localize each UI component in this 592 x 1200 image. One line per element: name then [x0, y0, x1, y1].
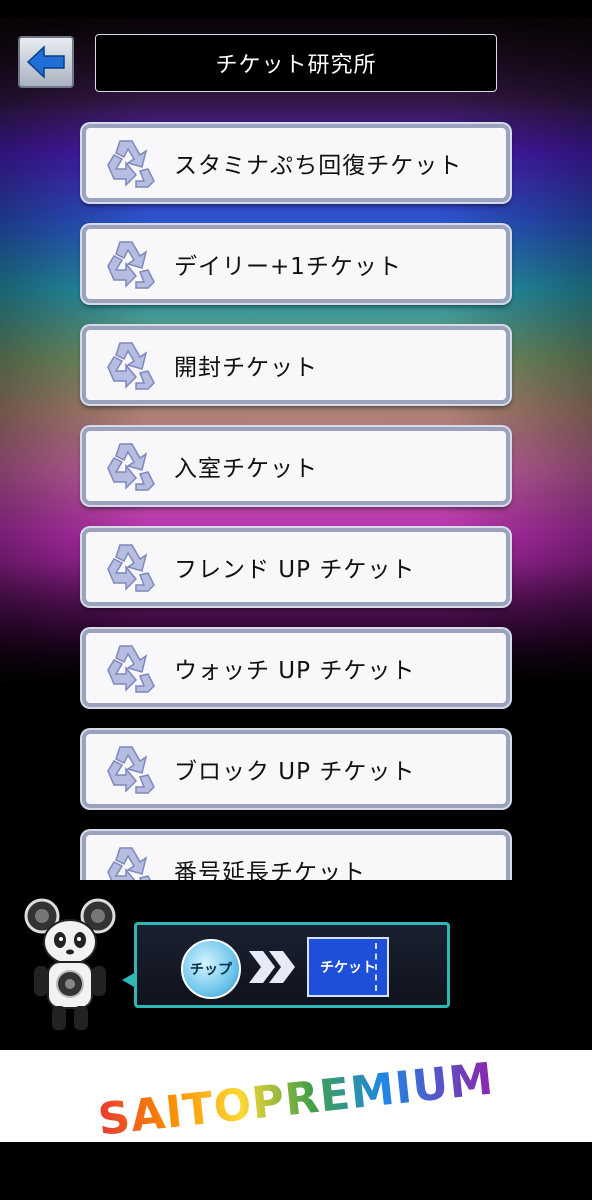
ticket-item-block-up[interactable]: ブロック UP チケット [82, 730, 510, 808]
recycle-icon [107, 544, 155, 592]
ticket-item-number-extend[interactable]: 番号延長チケット [82, 831, 510, 880]
ticket-item-watch-up[interactable]: ウォッチ UP チケット [82, 629, 510, 707]
recycle-icon [107, 746, 155, 794]
chip-coin: チップ [181, 939, 241, 999]
recycle-icon [107, 847, 151, 880]
ticket-list[interactable]: スタミナぷち回復チケット デイリー+1チケット 開封チケット 入室チケット フレ… [0, 110, 592, 880]
ticket-label: ウォッチ UP チケット [174, 658, 416, 684]
ticket-box: チケット [307, 937, 389, 997]
ticket-label: フレンド UP チケット [174, 557, 416, 583]
ticket-label: 入室チケット [174, 456, 318, 482]
recycle-icon [107, 645, 155, 693]
recycle-icon [107, 241, 155, 289]
ticket-label: ブロック UP チケット [174, 759, 416, 785]
ticket-label: スタミナぷち回復チケット [174, 153, 463, 179]
recycle-icon [107, 342, 155, 390]
back-button[interactable] [18, 36, 74, 88]
brand-logo: SAITOPREMIUM [96, 1053, 497, 1145]
ticket-item-friend-up[interactable]: フレンド UP チケット [82, 528, 510, 606]
status-bar [0, 0, 592, 18]
chip-to-ticket-banner[interactable]: チップ チケット [134, 922, 450, 1008]
double-chevron-right-icon [249, 951, 295, 983]
bottom-area [0, 1142, 592, 1200]
ticket-label: デイリー+1チケット [174, 254, 402, 280]
ticket-item-entry[interactable]: 入室チケット [82, 427, 510, 505]
ticket-label: 番号延長チケット [174, 860, 366, 880]
svg-text:SAITOPREMIUM: SAITOPREMIUM [96, 1053, 497, 1142]
ticket-label: 開封チケット [174, 355, 318, 381]
ticket-item-open[interactable]: 開封チケット [82, 326, 510, 404]
recycle-icon [107, 443, 155, 491]
recycle-icon [107, 140, 155, 188]
ticket-item-daily[interactable]: デイリー+1チケット [82, 225, 510, 303]
page-title: チケット研究所 [95, 34, 497, 92]
panda-mascot [24, 898, 116, 1030]
arrow-left-icon [26, 45, 65, 79]
ticket-item-stamina[interactable]: スタミナぷち回復チケット [82, 124, 510, 202]
premium-footer[interactable]: SAITOPREMIUM [0, 1050, 592, 1146]
